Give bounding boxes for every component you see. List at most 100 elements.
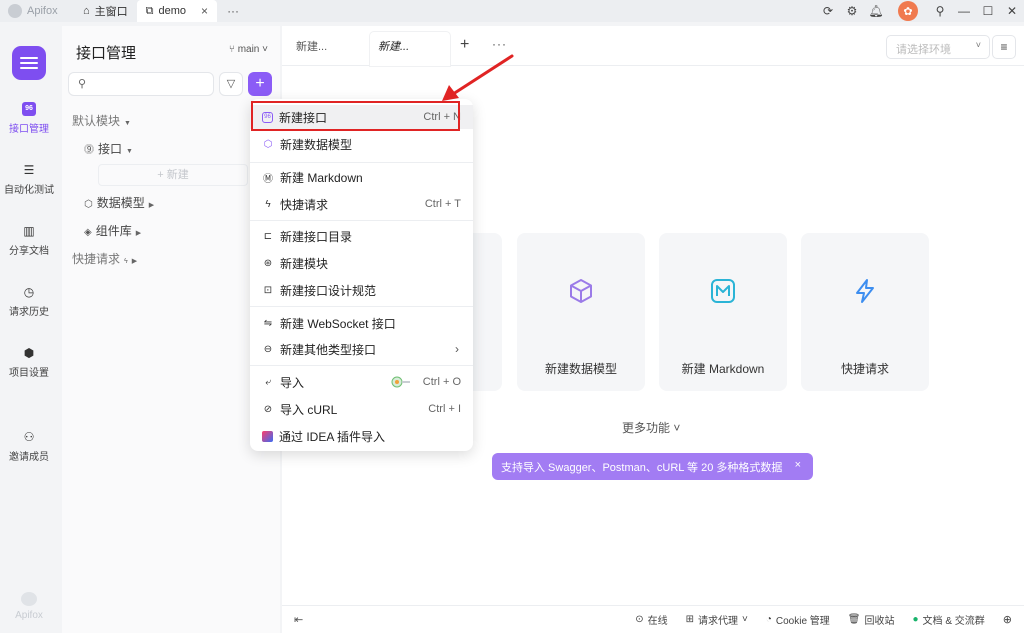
tree-default-module[interactable]: 默认模块 ▼ [72,112,131,129]
avatar[interactable]: ✿ [898,1,918,21]
nav-item-automation[interactable]: ☰ 自动化测试 [0,163,58,196]
menu-item-new-api-spec[interactable]: ⊡ 新建接口设计规范 [250,278,473,302]
add-button[interactable]: + [248,72,272,96]
tab-new-2[interactable]: 新建... [378,38,409,54]
branch-selector[interactable]: ⑂ main ˅ [229,44,268,55]
chat-icon: ● [912,614,919,625]
chevron-right-icon: › [455,342,459,356]
card-new-api-partial[interactable] [472,233,502,391]
tree-item-interfaces[interactable]: ⓽ 接口 ▼ [84,140,133,157]
caret-down-icon: ▼ [124,120,131,127]
menu-item-new-other-api[interactable]: ⊖ 新建其他类型接口 › [250,337,473,361]
close-icon[interactable]: × [795,459,801,471]
menu-item-new-module[interactable]: ⊛ 新建模块 [250,251,473,275]
lightning-icon [856,279,874,303]
caret-down-icon: ▼ [126,148,133,155]
nav-item-api-management[interactable]: 96 接口管理 [0,102,58,135]
api-icon: 96 [22,102,36,116]
minimize-icon[interactable]: — [952,4,976,18]
menu-divider [250,365,473,366]
markdown-icon [711,279,735,303]
shortcut: Ctrl + I [428,403,461,415]
search-input[interactable]: ⚲ [68,72,214,96]
window-tab-main[interactable]: ⌂ 主窗口 [74,0,137,22]
minus-circle-icon: ⊖ [263,343,273,355]
docs-community[interactable]: ● 文档 & 交流群 [913,612,985,627]
environment-select[interactable]: 请选择环境 ˅ [886,35,990,59]
more-features-toggle[interactable]: 更多功能 ˅ [622,419,680,436]
spec-icon: ⊡ [263,284,273,296]
tab-more-button[interactable]: ··· [492,37,507,51]
import-banner[interactable]: 支持导入 Swagger、Postman、cURL 等 20 多种格式数据 × [492,453,813,480]
shortcut: Ctrl + T [424,198,461,210]
window-tab-demo[interactable]: ⧉ demo × [136,0,218,22]
menu-item-import-idea[interactable]: 通过 IDEA 插件导入 [250,424,473,448]
nav-item-request-history[interactable]: ◷ 请求历史 [0,285,58,318]
menu-item-new-markdown[interactable]: Ⓜ 新建 Markdown [250,165,473,189]
menu-item-quick-request[interactable]: ϟ 快捷请求 Ctrl + T [250,192,473,216]
pin-icon[interactable]: ⚲ [928,4,952,18]
branch-name: main [237,44,260,55]
bell-icon[interactable]: 🔔︎ [864,4,888,18]
menu-item-import-curl[interactable]: ⊘ 导入 cURL Ctrl + I [250,397,473,421]
filter-button[interactable]: ▽ [219,72,243,96]
gear-icon[interactable]: ⚙ [840,4,864,18]
module-icon: ⊛ [263,257,273,269]
tree-item-data-models[interactable]: ⬡ 数据模型 ▶ [84,194,154,211]
nav-item-label: 接口管理 [9,124,49,135]
chevron-down-icon: ˅ [262,44,268,55]
cube-icon: ⬡ [263,138,273,150]
nav-item-project-settings[interactable]: ⬢ 项目设置 [0,346,58,379]
lightning-icon: ϟ [265,198,271,210]
maximize-icon[interactable]: ☐ [976,4,1000,18]
external-link-icon: ⧉ [145,4,154,17]
new-item-button[interactable]: + 新建 [98,164,248,186]
chevron-down-icon: ˅ [742,614,748,625]
menu-item-import[interactable]: ⤶ 导入 Ctrl + O [250,370,473,394]
nav-item-label: 项目设置 [9,368,49,379]
environment-placeholder: 请选择环境 [896,44,951,56]
cube-icon: ⬡ [84,199,93,210]
tree-item-components[interactable]: ◈ 组件库 ▶ [84,222,141,239]
request-proxy[interactable]: ⊞ 请求代理 ˅ [686,612,748,627]
menu-item-new-api-folder[interactable]: ⊏ 新建接口目录 [250,224,473,248]
tab-new-1[interactable]: 新建... [296,38,327,54]
menu-icon[interactable]: ≡ [992,35,1016,59]
import-illustration-icon [391,376,410,388]
card-quick-request[interactable]: 快捷请求 [801,233,929,391]
help-icon[interactable]: ⊕ [1003,613,1012,626]
caret-right-icon: ▶ [148,202,155,209]
cube-icon [570,279,592,303]
proxy-icon: ⊞ [685,614,694,625]
idea-icon [262,430,273,442]
automation-icon: ☰ [23,163,35,177]
window-close-icon[interactable]: ✕ [1000,4,1024,18]
apifox-logo-icon [21,592,37,606]
card-label: 新建数据模型 [544,362,617,376]
refresh-icon[interactable]: ⟳ [816,4,840,18]
create-menu: 96 新建接口 Ctrl + N ⬡ 新建数据模型 Ⓜ 新建 Markdown … [250,99,473,451]
tree-quick-requests[interactable]: 快捷请求 ϟ ▶ [72,250,137,267]
card-new-markdown[interactable]: 新建 Markdown [659,233,787,391]
close-icon[interactable]: × [201,4,208,18]
page-title: 接口管理 [76,45,137,62]
menu-item-new-data-model[interactable]: ⬡ 新建数据模型 [250,132,473,156]
nav-item-invite-members[interactable]: ⚇ 邀请成员 [0,430,58,463]
caret-right-icon: ▶ [131,258,138,265]
home-icon: ⌂ [83,5,90,17]
project-logo-icon[interactable] [12,46,46,80]
recycle-bin[interactable]: 🗑︎ 回收站 [848,612,895,627]
window-tab-label: demo [158,5,187,17]
app-name: Apifox [27,5,58,17]
card-new-data-model[interactable]: 新建数据模型 [517,233,645,391]
menu-item-new-websocket[interactable]: ⇋ 新建 WebSocket 接口 [250,311,473,335]
more-windows-button[interactable]: ··· [217,4,249,18]
collapse-sidebar-icon[interactable]: ⇤ [294,613,303,626]
websocket-icon: ⇋ [263,317,273,329]
cookie-manager[interactable]: ◔ Cookie 管理 [766,612,830,627]
status-bar: ⇤ ⊙ 在线 ⊞ 请求代理 ˅ ◔ Cookie 管理 🗑︎ 回收站 ● 文档 & 交流群 … [282,605,1024,633]
nav-item-share-docs[interactable]: ▥ 分享文档 [0,224,58,257]
import-icon: ⤶ [265,376,271,388]
online-status[interactable]: ⊙ 在线 [635,612,667,627]
menu-divider [250,220,473,221]
